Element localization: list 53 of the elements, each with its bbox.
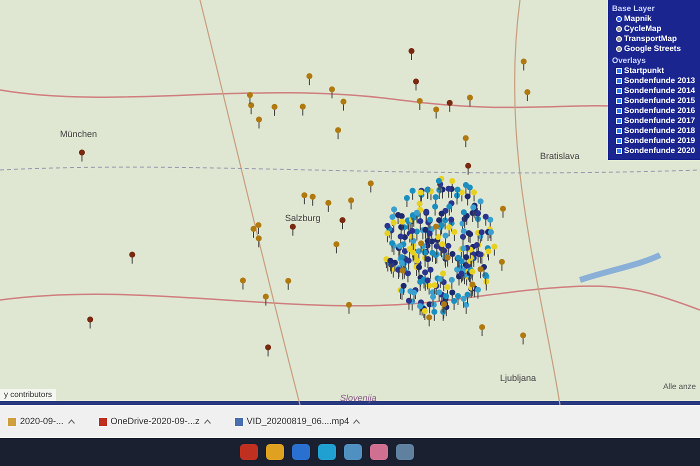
- taskbar-app-icon[interactable]: [318, 444, 336, 460]
- overlay-label: Sondenfunde 2019: [624, 136, 696, 146]
- overlay-label: Sondenfunde 2017: [624, 116, 696, 126]
- checkbox[interactable]: [616, 128, 622, 134]
- caret-icon: [68, 419, 75, 424]
- file-icon: [98, 418, 107, 426]
- section-title: Overlays: [612, 56, 647, 66]
- download-item[interactable]: 2020-09-...: [8, 414, 75, 428]
- file-icon: [8, 418, 16, 426]
- overlay-label: Sondenfunde 2013: [624, 76, 696, 86]
- place-label: Slovenija: [340, 392, 377, 405]
- checkbox[interactable]: [616, 78, 622, 84]
- checkbox[interactable]: [616, 138, 622, 144]
- taskbar-app-icon[interactable]: [344, 444, 362, 460]
- file-icon: [234, 418, 243, 426]
- place-label: Bratislava: [540, 150, 580, 163]
- section-title: Base Layer: [612, 4, 656, 14]
- caret-icon: [353, 419, 360, 424]
- download-item[interactable]: VID_20200819_06....mp4: [234, 414, 360, 428]
- layer-label: Mapnik: [624, 14, 652, 24]
- place-label: Salzburg: [285, 212, 321, 225]
- overlay-label: Sondenfunde 2015: [624, 96, 696, 106]
- file-name: VID_20200819_06....mp4: [246, 414, 350, 428]
- overlay-label: Sondenfunde 2016: [624, 106, 696, 116]
- radio-button[interactable]: [616, 16, 622, 22]
- taskbar-app-icon[interactable]: [396, 444, 414, 460]
- layer-label: TransportMap: [624, 34, 677, 44]
- corner-text: Alle anze: [663, 381, 696, 393]
- overlay-label: Startpunkt: [624, 66, 664, 76]
- checkbox[interactable]: [616, 148, 622, 154]
- radio-button[interactable]: [616, 26, 622, 32]
- taskbar-app-icon[interactable]: [370, 444, 388, 460]
- file-name: OneDrive-2020-09-...z: [110, 414, 200, 428]
- taskbar-app-icon[interactable]: [266, 444, 284, 460]
- overlay-label: Sondenfunde 2020: [624, 146, 696, 156]
- layer-label: Google Streets: [624, 44, 681, 54]
- checkbox[interactable]: [616, 88, 622, 94]
- file-name: 2020-09-...: [20, 414, 64, 428]
- download-item[interactable]: OneDrive-2020-09-...z: [98, 414, 211, 428]
- radio-button[interactable]: [616, 36, 622, 42]
- caret-icon: [204, 419, 211, 424]
- overlay-label: Sondenfunde 2014: [624, 86, 696, 96]
- checkbox[interactable]: [616, 98, 622, 104]
- place-label: München: [60, 128, 98, 141]
- overlay-label: Sondenfunde 2018: [624, 126, 696, 136]
- checkbox[interactable]: [616, 108, 622, 114]
- place-label: Ljubljana: [500, 372, 536, 385]
- attribution-text: y contributors: [0, 389, 56, 401]
- radio-button[interactable]: [616, 46, 622, 52]
- checkbox[interactable]: [616, 118, 622, 124]
- layer-label: CycleMap: [624, 24, 662, 34]
- taskbar-app-icon[interactable]: [292, 444, 310, 460]
- checkbox[interactable]: [616, 68, 622, 74]
